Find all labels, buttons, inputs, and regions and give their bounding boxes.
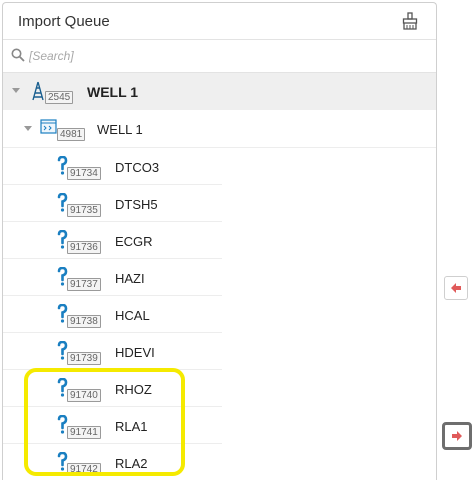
root-id-badge: 2545 [45, 91, 74, 104]
tree-root-well[interactable]: 2545 WELL 1 [3, 73, 436, 110]
log-grid-icon [40, 118, 58, 138]
curve-row[interactable]: 91740 RHOZ [3, 370, 222, 407]
curve-label: ECGR [115, 234, 153, 249]
well-id-badge: 4981 [57, 128, 86, 141]
curve-id-badge: 91741 [67, 426, 101, 439]
curve-row[interactable]: 91734 DTCO3 [3, 148, 222, 185]
import-queue-panel: Import Queue [Search] 2545 WELL 1 4981 W… [2, 2, 437, 480]
curve-row[interactable]: 91742 RLA2 [3, 444, 222, 480]
arrow-left-icon [451, 283, 461, 293]
move-right-button[interactable] [442, 422, 472, 450]
curve-list: 91734 DTCO3 91735 DTSH5 91736 ECGR 91737 HAZI 91… [3, 148, 436, 480]
curve-label: DTCO3 [115, 160, 160, 175]
curve-id-badge: 91734 [67, 167, 101, 180]
curve-row[interactable]: 91736 ECGR [3, 222, 222, 259]
search-bar [3, 40, 436, 73]
curve-id-badge: 91738 [67, 315, 101, 328]
panel-header: Import Queue [3, 3, 436, 40]
curve-label: RHOZ [115, 382, 152, 397]
curve-id-badge: 91735 [67, 204, 101, 217]
curve-row[interactable]: 91738 HCAL [3, 296, 222, 333]
search-input[interactable] [29, 46, 419, 66]
curve-id-badge: 91737 [67, 278, 101, 291]
curve-id-badge: 91742 [67, 463, 101, 476]
curve-row[interactable]: 91735 DTSH5 [3, 185, 222, 222]
curve-row[interactable]: 91741 RLA1 [3, 407, 222, 444]
curve-row[interactable]: 91739 HDEVI [3, 333, 222, 370]
curve-label: HCAL [115, 308, 150, 323]
derrick-icon [30, 81, 46, 101]
tree-well-node[interactable]: 4981 WELL 1 [3, 110, 436, 148]
search-icon [11, 48, 25, 62]
curve-label: HAZI [115, 271, 145, 286]
clear-queue-icon[interactable] [402, 12, 418, 30]
arrow-right-icon [452, 431, 462, 441]
curve-label: DTSH5 [115, 197, 158, 212]
root-well-label: WELL 1 [87, 84, 139, 100]
curve-row[interactable]: 91737 HAZI [3, 259, 222, 296]
collapse-caret-icon[interactable] [12, 88, 20, 93]
well-node-label: WELL 1 [97, 122, 143, 137]
curve-label: RLA2 [115, 456, 148, 471]
move-left-button[interactable] [444, 276, 468, 300]
curve-label: RLA1 [115, 419, 148, 434]
import-tree: 2545 WELL 1 4981 WELL 1 91734 DTCO3 91735 D… [3, 73, 436, 480]
panel-title: Import Queue [18, 13, 110, 30]
curve-id-badge: 91736 [67, 241, 101, 254]
collapse-caret-icon[interactable] [24, 126, 32, 131]
curve-label: HDEVI [115, 345, 155, 360]
curve-id-badge: 91739 [67, 352, 101, 365]
curve-id-badge: 91740 [67, 389, 101, 402]
